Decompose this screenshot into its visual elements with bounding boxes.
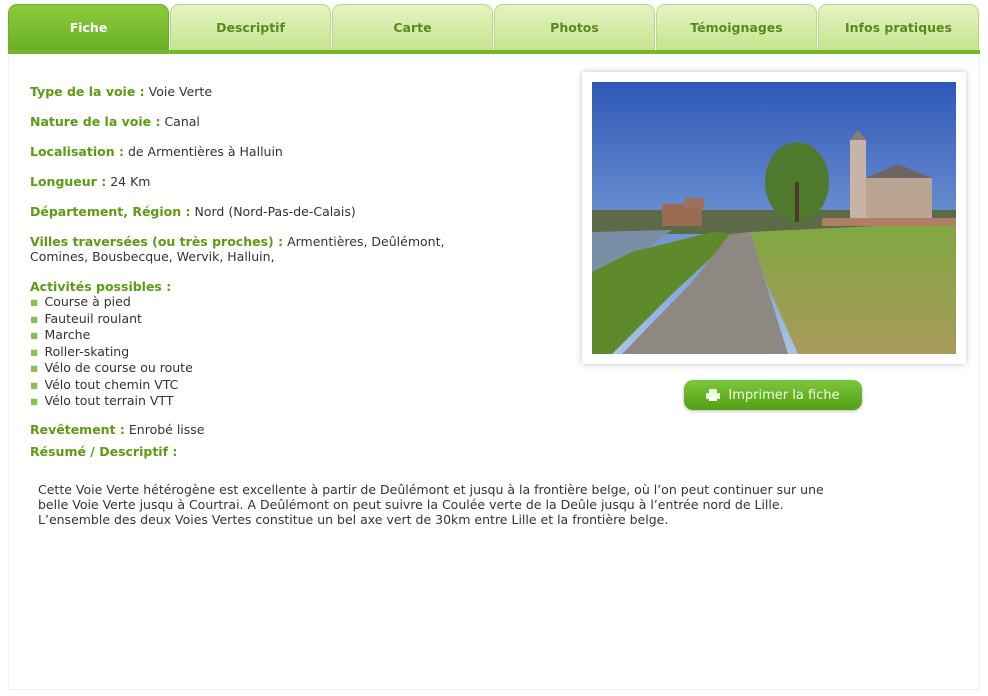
resume-line-3: L’ensemble des deux Voies Vertes constit…	[38, 512, 669, 527]
activites-label: Activités possibles :	[30, 279, 172, 294]
tab-temoignages[interactable]: Témoignages	[656, 4, 817, 50]
villes-label: Villes traversées (ou très proches) :	[30, 234, 284, 249]
resume-text: Cette Voie Verte hétérogène est excellen…	[38, 482, 968, 527]
printer-icon	[706, 389, 721, 401]
resume-label: Résumé / Descriptif :	[30, 443, 178, 459]
list-item: ▪ Vélo de course ou route	[30, 360, 193, 375]
type-row: Type de la voie : Voie Verte	[30, 84, 550, 99]
type-label: Type de la voie :	[30, 84, 145, 99]
tab-infos-pratiques[interactable]: Infos pratiques	[818, 4, 979, 50]
longueur-value: 24 Km	[110, 174, 151, 189]
type-value: Voie Verte	[148, 84, 213, 99]
revetement-row: Revêtement : Enrobé lisse	[30, 422, 550, 437]
villes-row: Villes traversées (ou très proches) : Ar…	[30, 234, 550, 264]
tab-bar: Fiche Descriptif Carte Photos Témoignage…	[8, 4, 980, 54]
tab-descriptif[interactable]: Descriptif	[170, 4, 331, 50]
localisation-label: Localisation :	[30, 144, 124, 159]
nature-row: Nature de la voie : Canal	[30, 114, 550, 129]
villes-value-line2: Comines, Bousbecque, Wervik, Halluin,	[30, 249, 275, 264]
list-item: ▪ Roller-skating	[30, 343, 130, 359]
activites-row: Activités possibles : ▪ Course à pied ▪ Fa…	[30, 279, 550, 410]
localisation-row: Localisation : de Armentières à Halluin	[30, 144, 550, 159]
print-button[interactable]: Imprimer la fiche	[684, 380, 862, 410]
list-item: ▪ Marche	[30, 327, 91, 342]
longueur-row: Longueur : 24 Km	[30, 174, 550, 189]
nature-value: Canal	[164, 114, 200, 129]
print-button-label: Imprimer la fiche	[728, 387, 840, 403]
list-item: ▪ Fauteuil roulant	[30, 310, 142, 326]
list-item: ▪ Course à pied	[30, 294, 131, 309]
fiche-info: Type de la voie : Voie Verte Nature de l…	[30, 84, 550, 459]
route-photo[interactable]	[582, 72, 966, 364]
list-item: ▪ Vélo tout chemin VTC	[30, 376, 179, 392]
localisation-value: de Armentières à Halluin	[127, 144, 283, 159]
tab-fiche[interactable]: Fiche	[8, 4, 169, 50]
villes-value-line1: Armentières, Deûlémont,	[287, 234, 445, 249]
longueur-label: Longueur :	[30, 174, 107, 189]
tab-photos[interactable]: Photos	[494, 4, 655, 50]
list-item: ▪ Vélo tout terrain VTT	[30, 393, 174, 408]
revetement-label: Revêtement :	[30, 421, 125, 437]
route-photo-image	[592, 82, 956, 354]
resume-line-1: Cette Voie Verte hétérogène est excellen…	[38, 482, 824, 497]
departement-row: Département, Région : Nord (Nord-Pas-de-…	[30, 204, 550, 219]
resume-line-2: belle Voie Verte jusqu à Courtrai. A Deû…	[38, 497, 784, 512]
nature-label: Nature de la voie :	[30, 114, 161, 129]
departement-label: Département, Région :	[30, 204, 191, 219]
activites-list: ▪ Course à pied ▪ Fauteuil roulant ▪ Marche…	[30, 294, 550, 410]
tab-carte[interactable]: Carte	[332, 4, 493, 50]
departement-value: Nord (Nord-Pas-de-Calais)	[194, 204, 356, 219]
revetement-value: Enrobé lisse	[128, 421, 205, 437]
